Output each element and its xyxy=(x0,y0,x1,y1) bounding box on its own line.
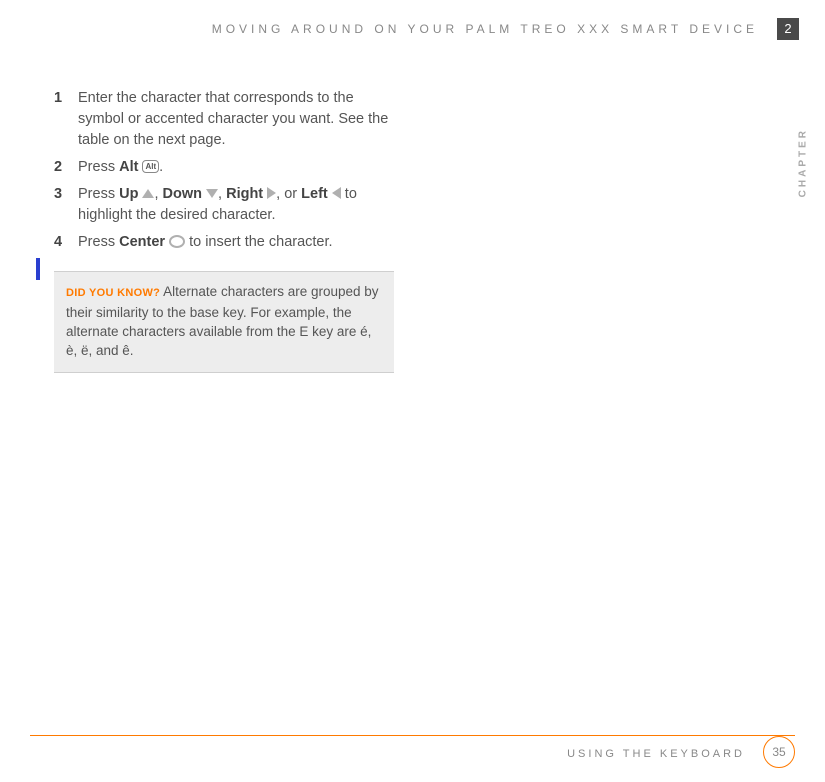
revision-bar xyxy=(36,258,40,280)
text: Press xyxy=(78,186,119,202)
arrow-down-icon xyxy=(206,189,218,198)
chapter-number-tab: 2 xyxy=(777,18,799,40)
text: to insert the character. xyxy=(185,234,333,250)
text: Press xyxy=(78,234,119,250)
step-body: Press Alt Alt. xyxy=(78,157,394,178)
chapter-label-vertical: CHAPTER xyxy=(797,128,808,197)
did-you-know-box: DID YOU KNOW? Alternate characters are g… xyxy=(54,271,394,373)
bold-up: Up xyxy=(119,186,138,202)
bold-down: Down xyxy=(163,186,202,202)
bold-alt: Alt xyxy=(119,159,138,175)
step-number: 1 xyxy=(54,88,78,151)
arrow-up-icon xyxy=(142,189,154,198)
step-2: 2 Press Alt Alt. xyxy=(54,157,394,178)
text: . xyxy=(159,159,163,175)
arrow-left-icon xyxy=(332,187,341,199)
content-column: 1 Enter the character that corresponds t… xyxy=(54,88,394,373)
footer-rule xyxy=(30,735,795,736)
step-3: 3 Press Up , Down , Right , or Left to h… xyxy=(54,184,394,226)
bold-center: Center xyxy=(119,234,165,250)
step-number: 2 xyxy=(54,157,78,178)
alt-key-icon: Alt xyxy=(142,160,159,173)
step-number: 3 xyxy=(54,184,78,226)
step-body: Enter the character that corresponds to … xyxy=(78,88,394,151)
step-1: 1 Enter the character that corresponds t… xyxy=(54,88,394,151)
step-number: 4 xyxy=(54,232,78,253)
header-title: MOVING AROUND ON YOUR PALM TREO XXX SMAR… xyxy=(0,22,758,36)
center-button-icon xyxy=(169,235,185,248)
footer-section: USING THE KEYBOARD xyxy=(567,748,745,760)
note-label: DID YOU KNOW? xyxy=(66,287,160,299)
step-body: Press Center to insert the character. xyxy=(78,232,394,253)
text: Press xyxy=(78,159,119,175)
arrow-right-icon xyxy=(267,187,276,199)
step-4: 4 Press Center to insert the character. xyxy=(54,232,394,253)
bold-left: Left xyxy=(301,186,328,202)
bold-right: Right xyxy=(226,186,263,202)
step-body: Press Up , Down , Right , or Left to hig… xyxy=(78,184,394,226)
page-number: 35 xyxy=(763,736,795,768)
